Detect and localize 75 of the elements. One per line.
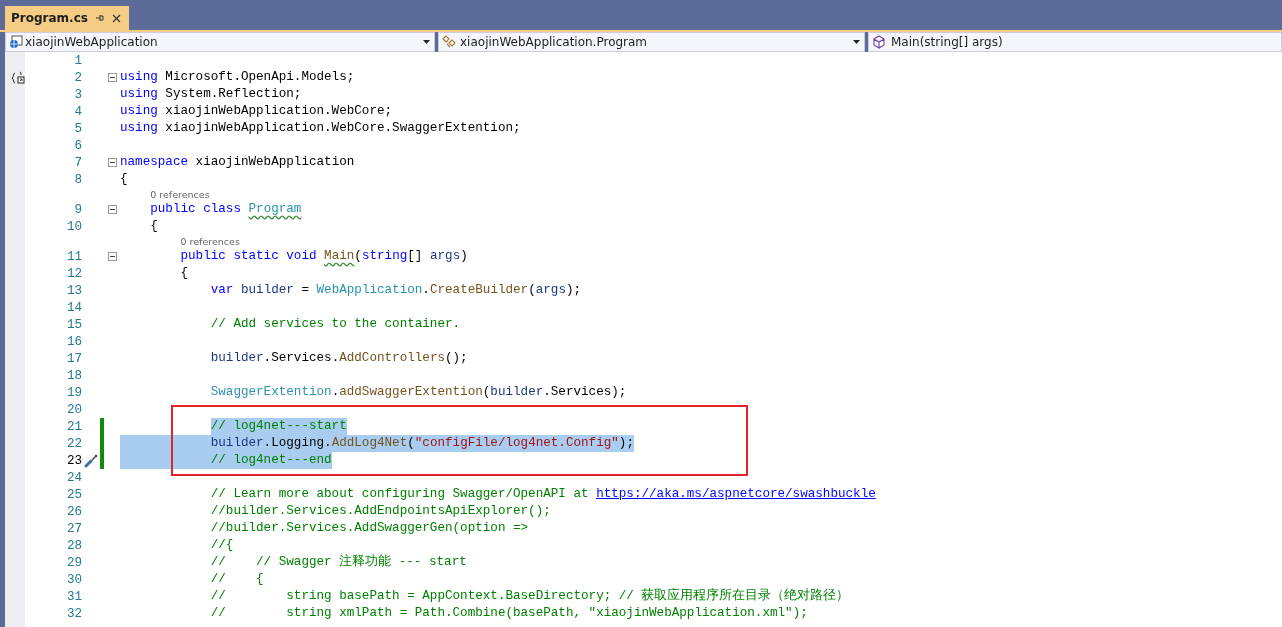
code-line: //{	[209, 537, 234, 554]
line-number: 11	[65, 249, 82, 264]
code-line: var builder = WebApplication.CreateBuilder(args);	[209, 282, 582, 299]
code-line: //builder.Services.AddEndpointsApiExplorer();	[209, 503, 551, 520]
navigation-dropdown[interactable]: xiaojinWebApplication	[5, 32, 435, 52]
dropdown-caret-icon	[853, 40, 860, 44]
code-line: {	[120, 171, 128, 188]
line-number: 30	[65, 572, 82, 587]
code-line: // {	[209, 571, 264, 588]
line-number: 26	[65, 504, 82, 519]
code-line: // // Swagger 注释功能 --- start	[209, 554, 467, 571]
class-icon	[442, 35, 458, 49]
collapse-icon[interactable]	[108, 252, 117, 261]
quick-action-icon[interactable]	[84, 453, 98, 468]
code-link[interactable]: https://aka.ms/aspnetcore/swashbuckle	[596, 486, 876, 503]
code-line: builder.Services.AddControllers();	[209, 350, 468, 367]
collapse-icon[interactable]	[108, 158, 117, 167]
line-number: 21	[65, 419, 82, 434]
code-line: //builder.Services.AddSwaggerGen(option =>	[209, 520, 529, 537]
line-number: 23	[65, 453, 82, 468]
code-line: namespace xiaojinWebApplication	[120, 154, 355, 171]
navigation-dropdown[interactable]: Main(string[] args)	[868, 32, 1282, 52]
line-number: 27	[65, 521, 82, 536]
line-number: 1	[73, 53, 82, 68]
code-line: builder.Logging.AddLog4Net("configFile/log4net.Config");	[120, 435, 634, 452]
line-number: 32	[65, 606, 82, 621]
line-number: 31	[65, 589, 82, 604]
collapse-icon[interactable]	[108, 73, 117, 82]
line-number: 17	[65, 351, 82, 366]
line-number: 8	[73, 172, 82, 187]
line-number: 4	[73, 104, 82, 119]
code-line: // Add services to the container.	[209, 316, 461, 333]
code-line: public class Program	[149, 201, 302, 218]
line-number: 25	[65, 487, 82, 502]
line-number: 16	[65, 334, 82, 349]
code-line: // Learn more about configuring Swagger/OpenAPI at https://aka.ms/aspnetcore/swashbuckle	[209, 486, 876, 503]
line-number: 7	[73, 155, 82, 170]
code-line: {	[179, 265, 189, 282]
line-number: 9	[73, 202, 82, 217]
pin-icon[interactable]	[94, 13, 105, 23]
code-line: using xiaojinWebApplication.WebCore;	[120, 103, 393, 120]
line-number: 12	[65, 266, 82, 281]
codelens-link[interactable]: 0 references	[150, 189, 210, 200]
line-number: 3	[73, 87, 82, 102]
file-tab[interactable]: Program.cs	[5, 6, 129, 30]
line-number: 13	[65, 283, 82, 298]
line-number: 14	[65, 300, 82, 315]
code-line: // string basePath = AppContext.BaseDirectory; // 获取应用程序所在目录（绝对路径）	[209, 588, 850, 605]
collapse-icon[interactable]	[108, 205, 117, 214]
code-line: using xiaojinWebApplication.WebCore.SwaggerExtention;	[120, 120, 521, 137]
method-icon	[872, 35, 886, 49]
line-number: 6	[73, 138, 82, 153]
codelens-link[interactable]: 0 references	[180, 236, 240, 247]
code-line: SwaggerExtention.addSwaggerExtention(builder.Services);	[209, 384, 627, 401]
code-line: {	[149, 218, 158, 235]
line-number: 20	[65, 402, 82, 417]
line-number: 2	[73, 70, 82, 85]
line-number: 5	[73, 121, 82, 136]
line-number: 18	[65, 368, 82, 383]
code-line: // log4net---end	[120, 452, 332, 469]
dropdown-caret-icon	[423, 40, 430, 44]
line-number: 29	[65, 555, 82, 570]
line-number: 15	[65, 317, 82, 332]
project-icon	[9, 35, 23, 49]
code-line: public static void Main(string[] args)	[179, 248, 468, 265]
line-number: 24	[65, 470, 82, 485]
line-number: 19	[65, 385, 82, 400]
code-line: // string xmlPath = Path.Combine(basePath, "xiaojinWebApplication.xml");	[209, 605, 808, 622]
code-line: using System.Reflection;	[120, 86, 302, 103]
line-number: 22	[65, 436, 82, 451]
navigation-dropdown[interactable]: xiaojinWebApplication.Program	[438, 32, 865, 52]
line-number: 10	[65, 219, 82, 234]
line-number: 28	[65, 538, 82, 553]
code-line: using Microsoft.OpenApi.Models;	[120, 69, 355, 86]
close-icon[interactable]	[111, 13, 121, 23]
